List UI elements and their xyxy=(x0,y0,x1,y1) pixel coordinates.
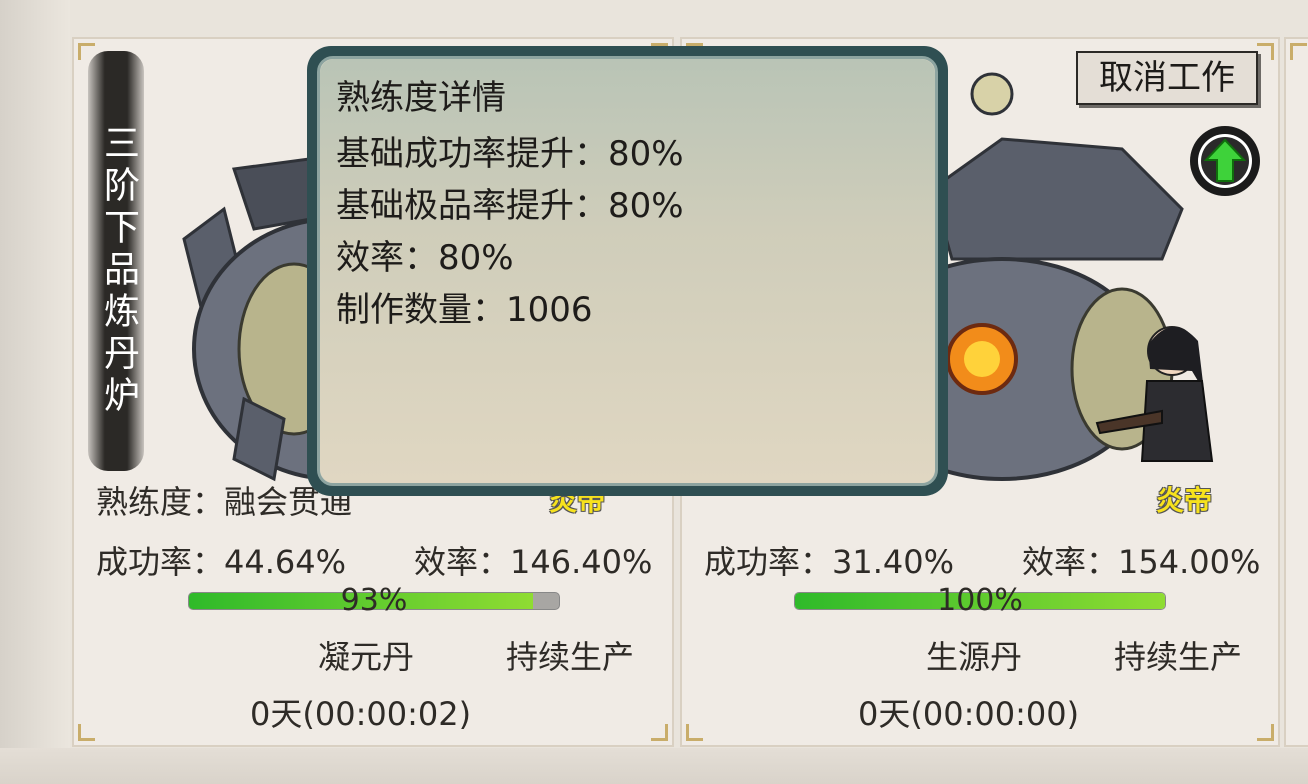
timer: 0天(00:00:00) xyxy=(858,695,1080,733)
furnace-title: 三阶下品炼丹炉 xyxy=(98,124,139,418)
progress-text: 93% xyxy=(340,583,408,618)
progress-text: 100% xyxy=(937,583,1023,618)
popup-line-success: 基础成功率提升：80% xyxy=(336,134,684,174)
popup-title: 熟练度详情 xyxy=(336,78,506,118)
corner-ornament xyxy=(686,724,703,741)
popup-line-quality: 基础极品率提升：80% xyxy=(336,186,684,226)
success-rate: 成功率：44.64% xyxy=(96,543,347,581)
success-rate: 成功率：31.40% xyxy=(704,543,955,581)
character-name: 炎帝 xyxy=(1156,484,1213,517)
product-name[interactable]: 生源丹 xyxy=(926,632,1022,678)
furnace-card-3[interactable] xyxy=(1284,37,1308,747)
background-left xyxy=(0,0,70,784)
background-bottom xyxy=(0,748,1308,784)
production-mode[interactable]: 持续生产 xyxy=(506,632,634,678)
corner-ornament xyxy=(1257,43,1274,60)
cancel-work-button[interactable]: 取消工作 xyxy=(1076,51,1258,105)
character-sprite xyxy=(1095,326,1214,462)
product-name[interactable]: 凝元丹 xyxy=(318,632,414,678)
corner-ornament xyxy=(651,724,668,741)
popup-line-efficiency: 效率：80% xyxy=(336,238,514,278)
corner-ornament xyxy=(1257,724,1274,741)
corner-ornament xyxy=(1290,43,1307,60)
furnace-title-banner: 三阶下品炼丹炉 xyxy=(88,51,144,471)
production-mode[interactable]: 持续生产 xyxy=(1114,632,1242,678)
popup-line-count: 制作数量：1006 xyxy=(336,290,593,330)
colon: ： xyxy=(192,483,225,521)
efficiency: 效率：146.40% xyxy=(414,543,653,581)
proficiency-label: 熟练度 xyxy=(96,483,193,521)
efficiency: 效率：154.00% xyxy=(1022,543,1261,581)
timer: 0天(00:00:02) xyxy=(250,695,472,733)
corner-ornament xyxy=(78,724,95,741)
upgrade-arrow-icon[interactable] xyxy=(1188,124,1262,198)
